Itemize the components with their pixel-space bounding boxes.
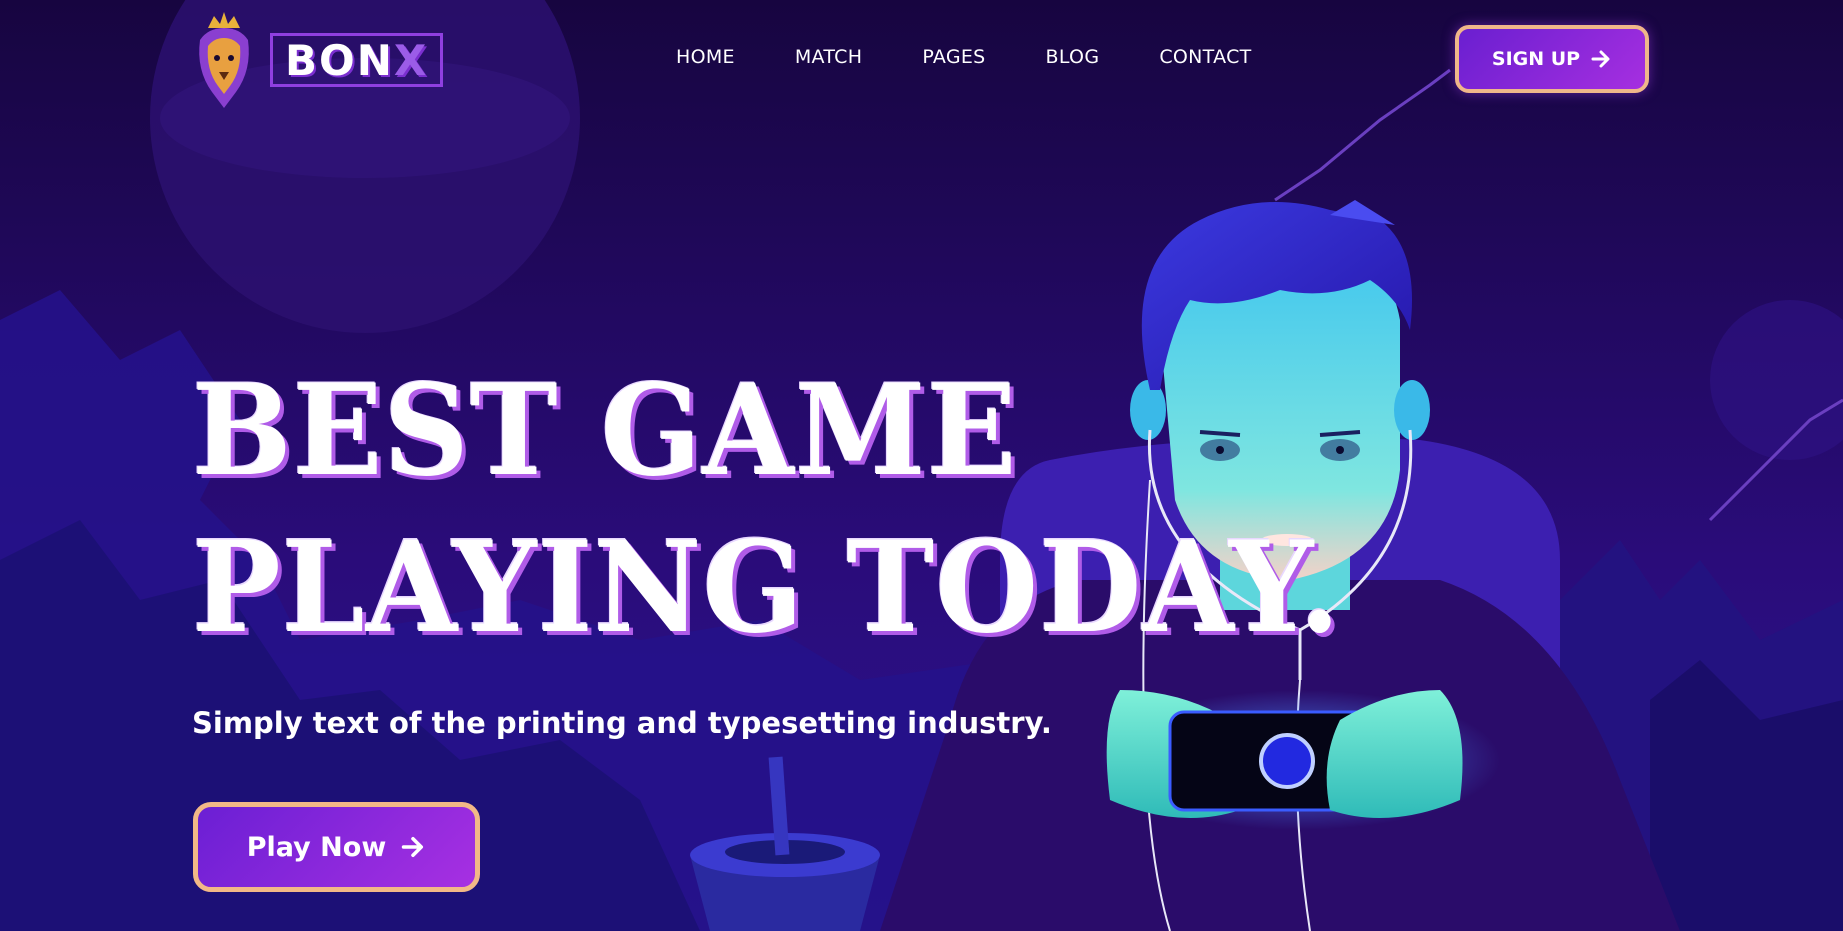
- arrow-right-icon: [402, 836, 424, 858]
- arrow-right-icon: [1591, 50, 1610, 68]
- nav-contact[interactable]: CONTACT: [1159, 46, 1251, 68]
- hero-title-line-2: PLAYING TODAY.: [192, 513, 1342, 661]
- sign-up-label: SIGN UP: [1491, 48, 1581, 70]
- brand-text: BON: [285, 35, 394, 85]
- nav-blog[interactable]: BLOG: [1046, 46, 1100, 68]
- nav-home[interactable]: HOME: [676, 46, 735, 68]
- brand-wordmark: BON X: [270, 33, 444, 87]
- hero-title-line-1: BEST GAME: [192, 356, 1018, 504]
- hero-subtitle: Simply text of the printing and typesett…: [192, 706, 1052, 740]
- sign-up-button[interactable]: SIGN UP: [1455, 25, 1649, 93]
- site-logo[interactable]: BON X: [192, 10, 444, 110]
- nav-pages[interactable]: PAGES: [922, 46, 985, 68]
- play-now-label: Play Now: [246, 831, 387, 863]
- hero-title: BEST GAME PLAYING TODAY.: [192, 352, 1341, 666]
- play-now-button[interactable]: Play Now: [193, 802, 480, 892]
- nav-match[interactable]: MATCH: [795, 46, 862, 68]
- lion-mascot-icon: [199, 12, 249, 108]
- brand-x: X: [393, 35, 429, 85]
- main-nav: HOME MATCH PAGES BLOG CONTACT: [676, 46, 1252, 68]
